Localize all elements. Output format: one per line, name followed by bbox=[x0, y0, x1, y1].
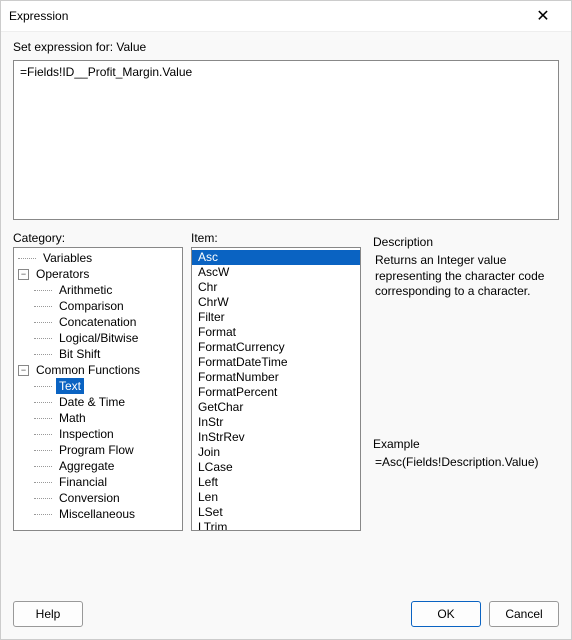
tree-item[interactable]: Logical/Bitwise bbox=[14, 330, 182, 346]
tree-item[interactable]: Bit Shift bbox=[14, 346, 182, 362]
expression-input[interactable] bbox=[13, 60, 559, 220]
tree-line bbox=[34, 285, 56, 295]
item-label: Item: bbox=[191, 231, 361, 245]
example-label: Example bbox=[373, 437, 559, 451]
tree-item[interactable]: Text bbox=[14, 378, 182, 394]
list-item[interactable]: FormatDateTime bbox=[192, 355, 360, 370]
subtitle-label: Set expression for: Value bbox=[1, 32, 571, 60]
tree-line bbox=[34, 317, 56, 327]
tree-item[interactable]: Comparison bbox=[14, 298, 182, 314]
tree-line bbox=[34, 493, 56, 503]
list-item[interactable]: FormatCurrency bbox=[192, 340, 360, 355]
list-item[interactable]: Left bbox=[192, 475, 360, 490]
list-item[interactable]: InStr bbox=[192, 415, 360, 430]
tree-line bbox=[34, 429, 56, 439]
expression-dialog: Expression ✕ Set expression for: Value C… bbox=[0, 0, 572, 640]
tree-item[interactable]: Inspection bbox=[14, 426, 182, 442]
tree-item[interactable]: Program Flow bbox=[14, 442, 182, 458]
tree-line bbox=[34, 397, 56, 407]
list-item[interactable]: Chr bbox=[192, 280, 360, 295]
list-item[interactable]: AscW bbox=[192, 265, 360, 280]
list-item[interactable]: FormatPercent bbox=[192, 385, 360, 400]
ok-button[interactable]: OK bbox=[411, 601, 481, 627]
tree-item[interactable]: Date & Time bbox=[14, 394, 182, 410]
tree-line bbox=[34, 333, 56, 343]
tree-line bbox=[34, 461, 56, 471]
list-item[interactable]: ChrW bbox=[192, 295, 360, 310]
tree-line bbox=[34, 349, 56, 359]
list-item[interactable]: InStrRev bbox=[192, 430, 360, 445]
button-bar: Help OK Cancel bbox=[1, 591, 571, 639]
item-column: Item: AscAscWChrChrWFilterFormatFormatCu… bbox=[191, 231, 361, 531]
list-item[interactable]: LSet bbox=[192, 505, 360, 520]
tree-line bbox=[34, 381, 56, 391]
example-text: =Asc(Fields!Description.Value) bbox=[373, 451, 559, 471]
list-item[interactable]: LCase bbox=[192, 460, 360, 475]
list-item[interactable]: Format bbox=[192, 325, 360, 340]
item-list[interactable]: AscAscWChrChrWFilterFormatFormatCurrency… bbox=[191, 247, 361, 531]
tree-line bbox=[34, 445, 56, 455]
columns: Category: Variables − Operators Arithmet… bbox=[13, 231, 559, 531]
tree-line bbox=[34, 413, 56, 423]
list-item[interactable]: GetChar bbox=[192, 400, 360, 415]
tree-item[interactable]: Math bbox=[14, 410, 182, 426]
list-item[interactable]: Join bbox=[192, 445, 360, 460]
tree-item[interactable]: Conversion bbox=[14, 490, 182, 506]
help-button[interactable]: Help bbox=[13, 601, 83, 627]
tree-item[interactable]: Financial bbox=[14, 474, 182, 490]
category-label: Category: bbox=[13, 231, 183, 245]
tree-line bbox=[18, 253, 40, 263]
tree-item-operators[interactable]: − Operators bbox=[14, 266, 182, 282]
cancel-button[interactable]: Cancel bbox=[489, 601, 559, 627]
info-column: Description Returns an Integer value rep… bbox=[369, 231, 559, 531]
window-title: Expression bbox=[9, 9, 523, 23]
tree-line bbox=[34, 301, 56, 311]
close-icon[interactable]: ✕ bbox=[523, 1, 563, 31]
tree-item[interactable]: Aggregate bbox=[14, 458, 182, 474]
collapse-icon[interactable]: − bbox=[18, 365, 29, 376]
list-item[interactable]: Asc bbox=[192, 250, 360, 265]
tree-line bbox=[34, 509, 56, 519]
list-item[interactable]: FormatNumber bbox=[192, 370, 360, 385]
titlebar: Expression ✕ bbox=[1, 1, 571, 32]
description-text: Returns an Integer value representing th… bbox=[373, 249, 559, 300]
tree-item[interactable]: Concatenation bbox=[14, 314, 182, 330]
expression-area bbox=[13, 60, 559, 223]
collapse-icon[interactable]: − bbox=[18, 269, 29, 280]
description-label: Description bbox=[373, 235, 559, 249]
list-item[interactable]: Filter bbox=[192, 310, 360, 325]
tree-line bbox=[34, 477, 56, 487]
list-item[interactable]: Len bbox=[192, 490, 360, 505]
tree-item[interactable]: Miscellaneous bbox=[14, 506, 182, 522]
tree-item-variables[interactable]: Variables bbox=[14, 250, 182, 266]
tree-item[interactable]: Arithmetic bbox=[14, 282, 182, 298]
tree-item-common-functions[interactable]: − Common Functions bbox=[14, 362, 182, 378]
list-item[interactable]: LTrim bbox=[192, 520, 360, 531]
category-column: Category: Variables − Operators Arithmet… bbox=[13, 231, 183, 531]
category-tree[interactable]: Variables − Operators ArithmeticComparis… bbox=[13, 247, 183, 531]
